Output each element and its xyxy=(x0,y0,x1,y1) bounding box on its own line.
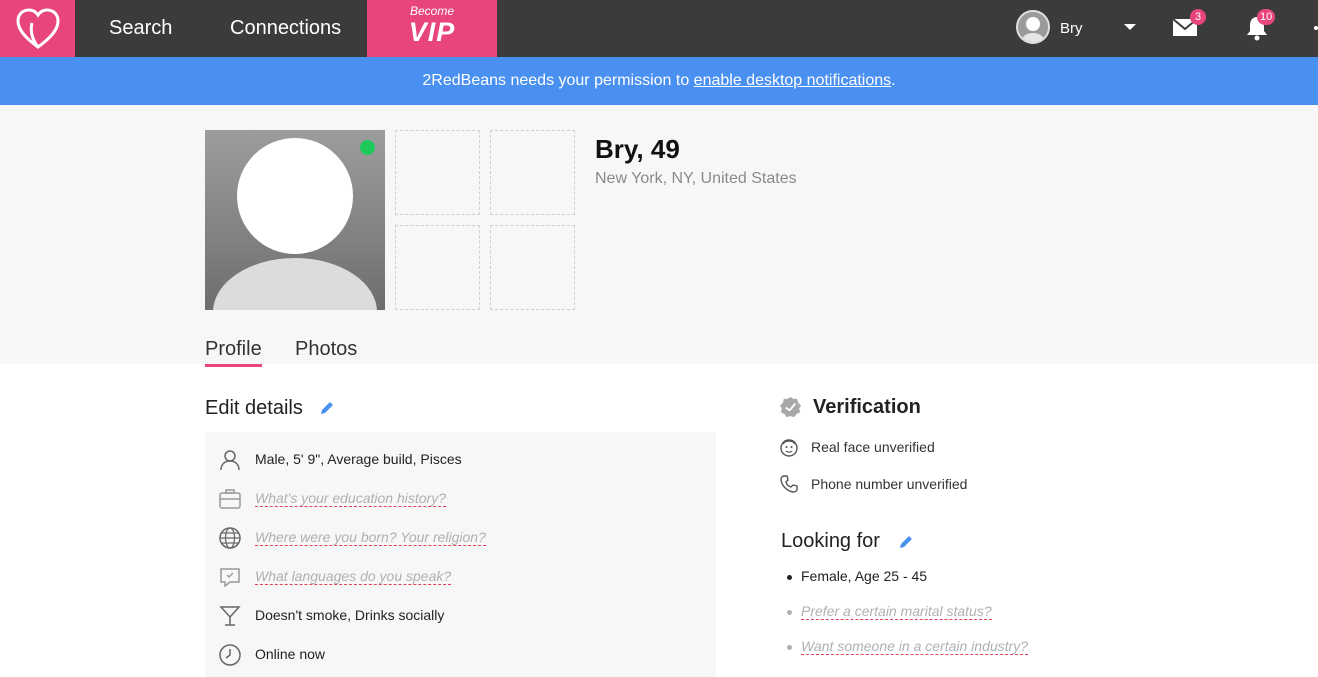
face-icon xyxy=(780,439,798,457)
tab-profile[interactable]: Profile xyxy=(205,338,262,367)
nav-search-link[interactable]: Search xyxy=(109,0,172,57)
photo-slot[interactable] xyxy=(395,225,480,310)
phone-icon xyxy=(780,475,798,493)
industry-prompt-link[interactable]: Want someone in a certain industry? xyxy=(801,638,1028,655)
profile-location: New York, NY, United States xyxy=(595,170,797,187)
looking-for-title: Looking for xyxy=(781,530,880,552)
bullet-icon xyxy=(787,574,792,580)
detail-row-habits: Doesn't smoke, Drinks socially xyxy=(218,604,698,628)
logo-button[interactable] xyxy=(0,0,75,57)
details-panel: Male, 5' 9", Average build, Pisces What'… xyxy=(205,432,716,677)
detail-basics-text: Male, 5' 9", Average build, Pisces xyxy=(255,451,462,467)
vip-small-label: Become xyxy=(409,4,455,18)
person-icon xyxy=(220,450,240,471)
become-vip-button[interactable]: Become VIP xyxy=(367,0,497,57)
verification-title: Verification xyxy=(813,396,921,418)
face-verification-status: Real face unverified xyxy=(811,439,935,455)
looking-for-item: Female, Age 25 - 45 xyxy=(787,568,927,584)
user-name[interactable]: Bry xyxy=(1060,0,1083,57)
clock-icon xyxy=(219,644,241,666)
online-status-dot xyxy=(360,140,375,155)
cocktail-icon xyxy=(219,606,241,626)
top-nav-bar: Search Connections Become VIP Bry 3 10 xyxy=(0,0,1318,57)
heart-logo-icon xyxy=(15,7,60,49)
looking-for-item: Want someone in a certain industry? xyxy=(787,638,1028,655)
user-menu-caret-icon[interactable] xyxy=(1124,24,1136,30)
photo-slot[interactable] xyxy=(395,130,480,215)
detail-online-text: Online now xyxy=(255,646,326,662)
chat-bubble-icon xyxy=(220,568,240,588)
default-avatar-icon xyxy=(205,130,385,310)
languages-prompt-link[interactable]: What languages do you speak? xyxy=(255,568,452,585)
profile-main-photo[interactable] xyxy=(205,130,385,310)
verified-badge-icon xyxy=(779,396,802,418)
phone-verification-status: Phone number unverified xyxy=(811,476,968,492)
detail-row-origin: Where were you born? Your religion? xyxy=(218,526,698,550)
banner-text-end: . xyxy=(891,72,896,89)
photo-slot[interactable] xyxy=(490,130,575,215)
edit-details-title: Edit details xyxy=(205,397,303,419)
detail-row-languages: What languages do you speak? xyxy=(218,565,698,589)
overflow-dot-icon xyxy=(1314,26,1318,30)
bullet-icon xyxy=(787,609,792,615)
detail-row-online: Online now xyxy=(218,643,698,667)
tab-photos[interactable]: Photos xyxy=(295,338,357,361)
nav-connections-link[interactable]: Connections xyxy=(230,0,341,57)
banner-text: 2RedBeans needs your permission to xyxy=(422,72,694,89)
enable-notifications-link[interactable]: enable desktop notifications xyxy=(694,72,891,89)
globe-icon xyxy=(219,527,241,549)
marital-status-prompt-link[interactable]: Prefer a certain marital status? xyxy=(801,603,992,620)
detail-row-basics: Male, 5' 9", Average build, Pisces xyxy=(218,448,698,472)
default-avatar-icon xyxy=(1018,12,1048,42)
messages-count-badge: 3 xyxy=(1190,9,1206,25)
detail-habits-text: Doesn't smoke, Drinks socially xyxy=(255,607,445,623)
edit-pencil-icon[interactable] xyxy=(898,534,914,550)
briefcase-icon xyxy=(219,489,241,509)
photo-slot[interactable] xyxy=(490,225,575,310)
notifications-count-badge: 10 xyxy=(1257,9,1276,25)
profile-name-age: Bry, 49 xyxy=(595,134,680,164)
education-prompt-link[interactable]: What's your education history? xyxy=(255,490,446,507)
origin-religion-prompt-link[interactable]: Where were you born? Your religion? xyxy=(255,529,486,546)
permission-banner: 2RedBeans needs your permission to enabl… xyxy=(0,57,1318,105)
bullet-icon xyxy=(787,644,792,650)
edit-pencil-icon[interactable] xyxy=(319,400,335,416)
vip-label: VIP xyxy=(408,17,456,47)
looking-for-item: Prefer a certain marital status? xyxy=(787,603,992,620)
detail-row-education: What's your education history? xyxy=(218,487,698,511)
looking-for-gender-age: Female, Age 25 - 45 xyxy=(801,568,928,584)
user-avatar[interactable] xyxy=(1016,10,1050,44)
